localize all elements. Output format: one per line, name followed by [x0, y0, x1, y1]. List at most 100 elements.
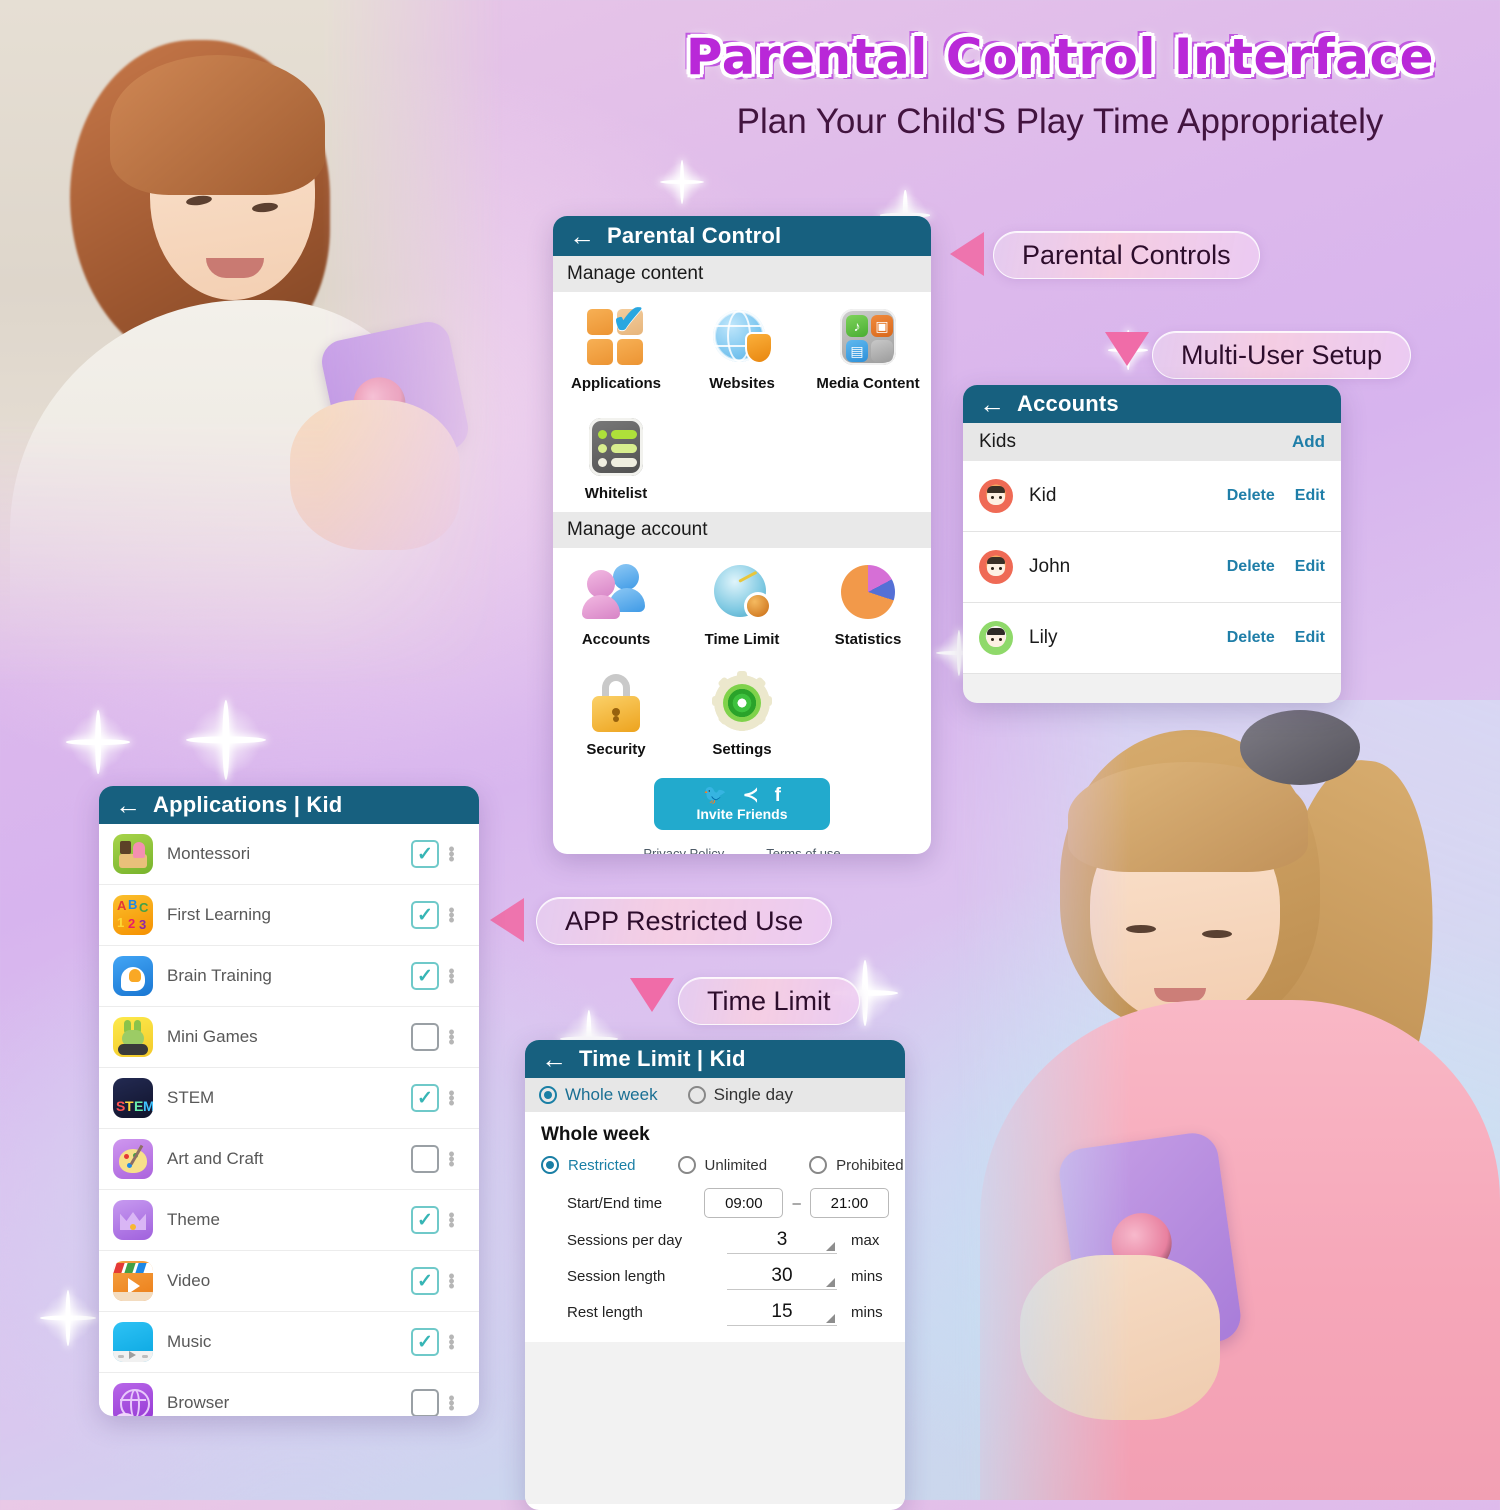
mode-restricted[interactable]: Restricted	[541, 1156, 636, 1174]
edit-account-button[interactable]: Edit	[1295, 487, 1325, 505]
list-item[interactable]: Theme ✓ • • •	[99, 1190, 479, 1251]
app-enabled-checkbox[interactable]: ✓	[411, 840, 439, 868]
table-row[interactable]: John Delete Edit	[963, 532, 1341, 603]
time-limit-mode-group: Restricted Unlimited Prohibited	[541, 1156, 904, 1174]
tile-whitelist[interactable]: Whitelist	[553, 402, 679, 512]
rest-length-stepper[interactable]: 15	[727, 1299, 837, 1326]
kebab-menu-icon[interactable]: • • •	[439, 840, 465, 868]
kebab-menu-icon[interactable]: • • •	[439, 1267, 465, 1295]
share-icon[interactable]: ≺	[743, 786, 759, 805]
app-enabled-checkbox[interactable]: ✓	[411, 1084, 439, 1112]
list-item[interactable]: Brain Training ✓ • • •	[99, 946, 479, 1007]
list-item[interactable]: S T E M STEM ✓ • • •	[99, 1068, 479, 1129]
kebab-menu-icon[interactable]: • • •	[439, 1206, 465, 1234]
start-time-input[interactable]: 09:00	[704, 1188, 784, 1218]
manage-content-heading: Manage content	[553, 256, 931, 292]
sessions-per-day-stepper[interactable]: 3	[727, 1227, 837, 1254]
stepper-value: 30	[771, 1265, 793, 1286]
tile-settings[interactable]: Settings	[679, 658, 805, 768]
delete-account-button[interactable]: Delete	[1227, 629, 1275, 647]
app-enabled-checkbox[interactable]	[411, 1145, 439, 1173]
tile-label: Time Limit	[704, 631, 780, 648]
tile-time-limit[interactable]: Time Limit	[679, 548, 805, 658]
list-item[interactable]: Browser • • •	[99, 1373, 479, 1416]
delete-account-button[interactable]: Delete	[1227, 487, 1275, 505]
time-limit-section-title: Whole week	[541, 1124, 650, 1145]
padlock-icon	[585, 672, 647, 734]
app-enabled-checkbox[interactable]: ✓	[411, 1206, 439, 1234]
tile-statistics[interactable]: Statistics	[805, 548, 931, 658]
mode-prohibited[interactable]: Prohibited	[809, 1156, 904, 1174]
tile-applications[interactable]: ✔ Applications	[553, 292, 679, 402]
crown-app-icon	[113, 1200, 153, 1240]
table-row[interactable]: Kid Delete Edit	[963, 461, 1341, 532]
app-enabled-checkbox[interactable]: ✓	[411, 1267, 439, 1295]
tile-websites[interactable]: Websites	[679, 292, 805, 402]
callout-app-restricted-use: APP Restricted Use	[536, 897, 833, 945]
kebab-menu-icon[interactable]: • • •	[439, 1023, 465, 1051]
list-item[interactable]: Video ✓ • • •	[99, 1251, 479, 1312]
tab-single-day[interactable]: Single day	[687, 1085, 793, 1105]
tab-whole-week[interactable]: Whole week	[539, 1085, 658, 1105]
parental-control-title: Parental Control	[607, 223, 782, 248]
edit-account-button[interactable]: Edit	[1295, 629, 1325, 647]
callout-parental-controls: Parental Controls	[993, 231, 1260, 279]
facebook-icon[interactable]: f	[775, 786, 781, 805]
kebab-menu-icon[interactable]: • • •	[439, 1084, 465, 1112]
tile-empty-a	[679, 402, 805, 512]
add-account-button[interactable]: Add	[1292, 432, 1325, 452]
app-enabled-checkbox[interactable]	[411, 1389, 439, 1416]
back-arrow-icon[interactable]: ←	[541, 1046, 567, 1072]
app-name: First Learning	[167, 905, 271, 924]
tile-empty-c	[805, 658, 931, 768]
app-enabled-checkbox[interactable]: ✓	[411, 1328, 439, 1356]
tile-accounts[interactable]: Accounts	[553, 548, 679, 658]
app-name: Browser	[167, 1393, 230, 1412]
list-item[interactable]: Music ✓ • • •	[99, 1312, 479, 1373]
list-item[interactable]: Montessori ✓ • • •	[99, 824, 479, 885]
app-enabled-checkbox[interactable]: ✓	[411, 901, 439, 929]
privacy-policy-link[interactable]: Privacy Policy	[643, 846, 724, 854]
app-name: Mini Games	[167, 1027, 258, 1046]
list-item[interactable]: Art and Craft • • •	[99, 1129, 479, 1190]
applications-title-bar: ← Applications | Kid	[99, 786, 479, 824]
radio-prohibited-icon	[809, 1156, 828, 1174]
tile-label: Accounts	[581, 631, 651, 648]
kebab-menu-icon[interactable]: • • •	[439, 1145, 465, 1173]
app-enabled-checkbox[interactable]: ✓	[411, 962, 439, 990]
minigames-app-icon	[113, 1017, 153, 1057]
terms-of-use-link[interactable]: Terms of use	[766, 846, 840, 854]
kebab-menu-icon[interactable]: • • •	[439, 1328, 465, 1356]
table-row[interactable]: Lily Delete Edit	[963, 603, 1341, 674]
list-item[interactable]: Mini Games • • •	[99, 1007, 479, 1068]
back-arrow-icon[interactable]: ←	[569, 223, 595, 249]
twitter-icon[interactable]: 🐦	[703, 786, 727, 805]
page-title: Parental Control Interface	[685, 28, 1435, 86]
tile-security[interactable]: Security	[553, 658, 679, 768]
kebab-menu-icon[interactable]: • • •	[439, 962, 465, 990]
app-name: Video	[167, 1271, 211, 1290]
whitelist-icon	[585, 416, 647, 478]
edit-account-button[interactable]: Edit	[1295, 558, 1325, 576]
app-enabled-checkbox[interactable]	[411, 1023, 439, 1051]
callout-arrow-multi-user-setup	[1105, 332, 1149, 366]
globe-shield-icon	[711, 306, 773, 368]
back-arrow-icon[interactable]: ←	[979, 391, 1005, 417]
tile-media-content[interactable]: ♪ ▣ ▤ Media Content	[805, 292, 931, 402]
field-unit: max	[851, 1232, 880, 1249]
session-length-stepper[interactable]: 30	[727, 1263, 837, 1290]
list-item[interactable]: A B C 1 2 3 First Learning ✓ • • •	[99, 885, 479, 946]
delete-account-button[interactable]: Delete	[1227, 558, 1275, 576]
montessori-app-icon	[113, 834, 153, 874]
app-name: Montessori	[167, 844, 251, 863]
kebab-menu-icon[interactable]: • • •	[439, 1389, 465, 1417]
app-name: STEM	[167, 1088, 215, 1107]
time-limit-scope-tabs: Whole week Single day	[525, 1078, 905, 1112]
end-time-input[interactable]: 21:00	[809, 1188, 889, 1218]
back-arrow-icon[interactable]: ←	[115, 792, 141, 818]
invite-friends-button[interactable]: 🐦 ≺ f Invite Friends	[654, 778, 830, 830]
invite-social-icons: 🐦 ≺ f	[703, 786, 781, 805]
time-limit-panel: ← Time Limit | Kid Whole week Single day…	[525, 1040, 905, 1510]
mode-unlimited[interactable]: Unlimited	[677, 1156, 767, 1174]
kebab-menu-icon[interactable]: • • •	[439, 901, 465, 929]
